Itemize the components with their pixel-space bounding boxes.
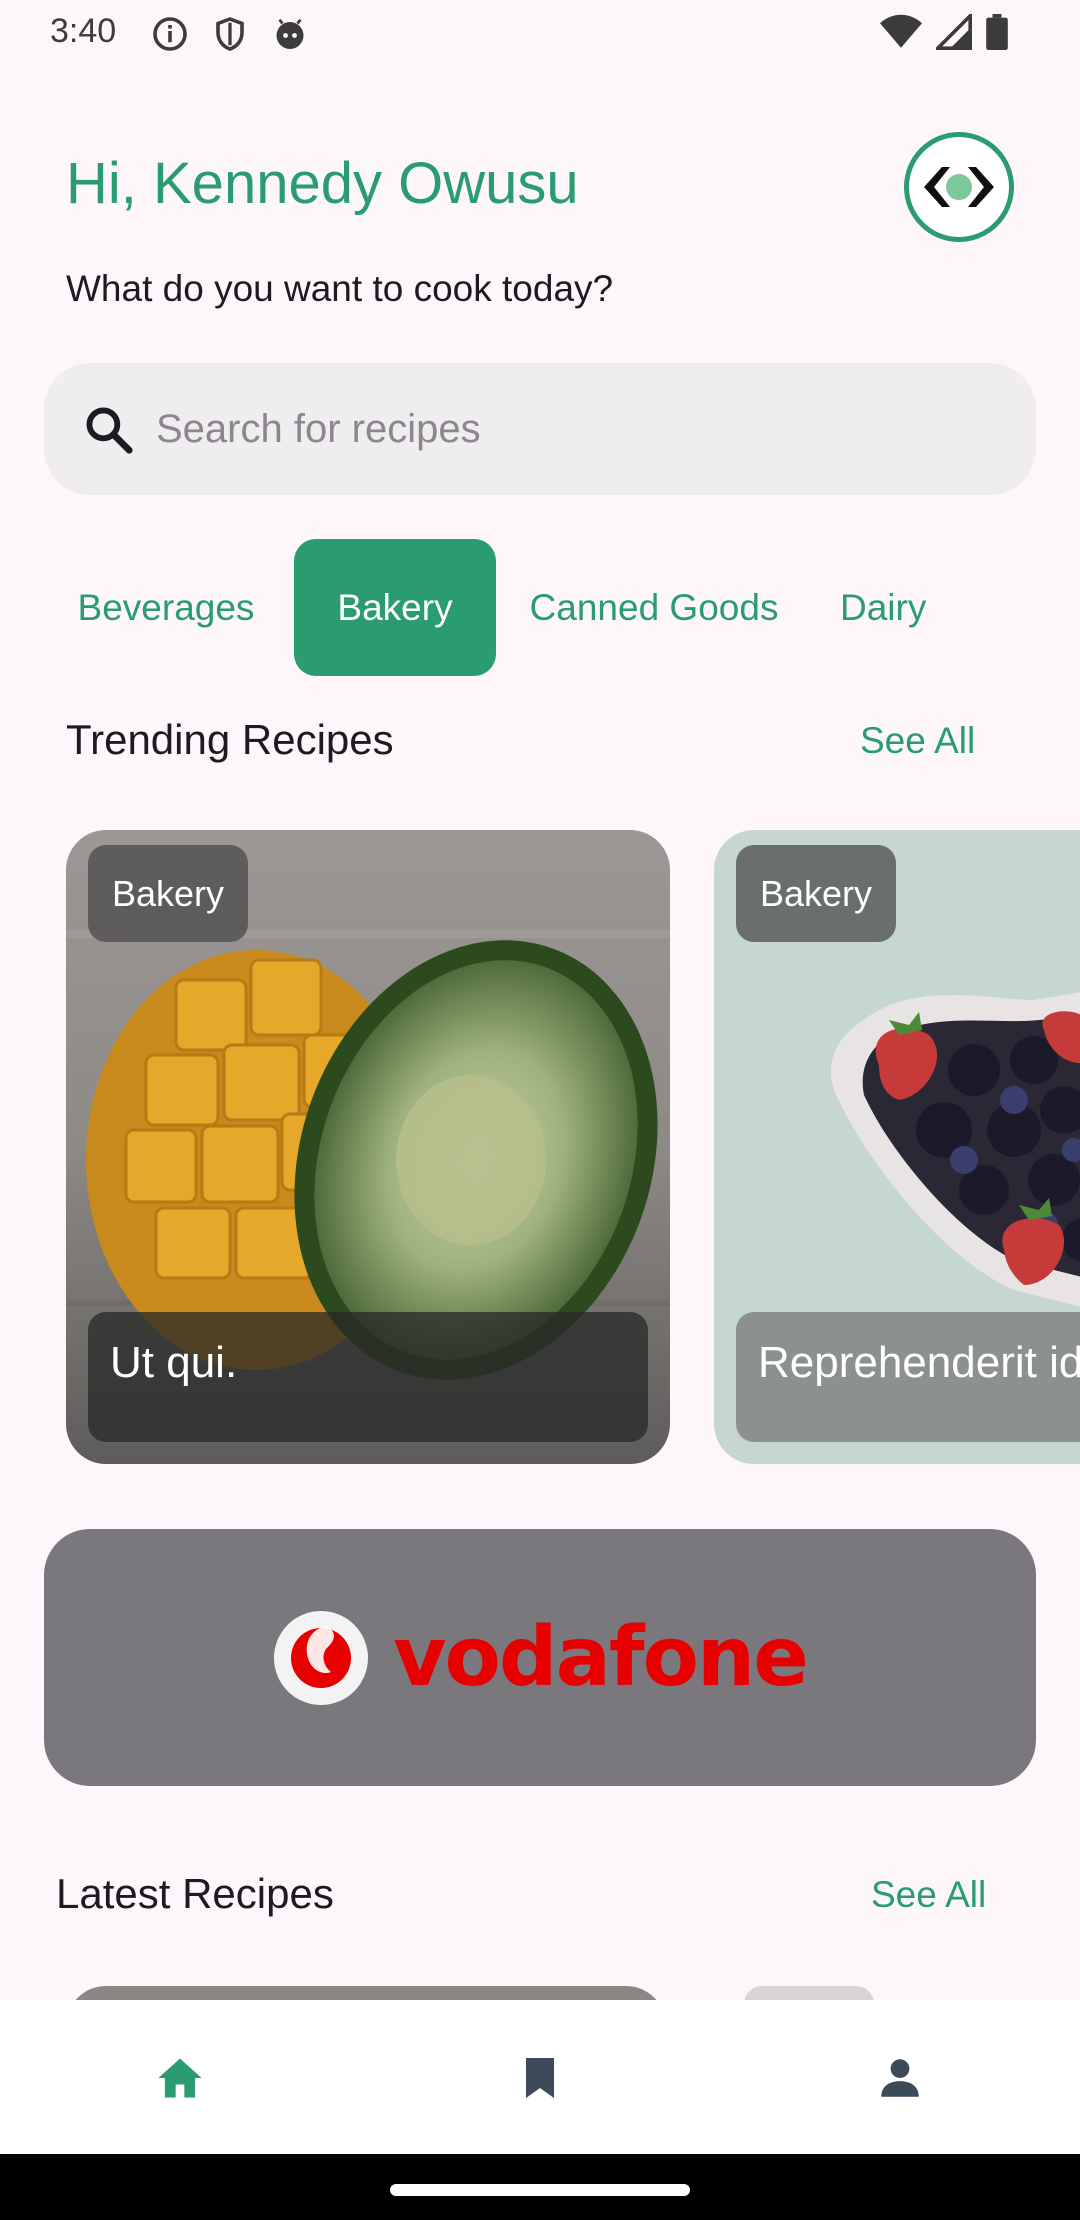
search-bar[interactable] [44,363,1036,495]
android-face-icon [276,18,304,49]
wifi-icon [880,14,922,48]
bookmark-icon [526,2058,554,2098]
trending-card[interactable]: Bakery Ut qui. [66,830,670,1464]
trending-see-all-link[interactable]: See All [860,720,975,762]
home-gesture-handle[interactable] [390,2184,690,2196]
person-icon [881,2059,919,2097]
category-chip-canned-goods[interactable]: Canned Goods [504,539,804,676]
signal-icon [936,14,972,50]
nav-bookmarks[interactable] [500,2038,580,2118]
trending-card[interactable]: Bakery Reprehenderit id [714,830,1080,1464]
card-category-badge: Bakery [736,845,897,942]
status-icons-right [880,14,1008,50]
latest-title: Latest Recipes [56,1870,334,1917]
card-category-badge: Bakery [88,845,249,942]
info-icon [153,17,187,51]
greeting-subtitle: What do you want to cook today? [66,268,614,309]
latest-see-all-link[interactable]: See All [871,1874,986,1916]
trending-title: Trending Recipes [66,716,394,763]
search-icon [86,407,133,454]
status-icons-left [152,16,308,52]
greeting-title: Hi, Kennedy Owusu [66,151,579,216]
card-title: Ut qui. [88,1312,648,1442]
status-time: 3:40 [50,12,117,50]
category-chip-beverages[interactable]: Beverages [66,539,266,676]
search-input[interactable] [156,389,996,469]
nav-home[interactable] [140,2038,220,2118]
vodafone-wordmark: vodafone [393,1610,809,1705]
bottom-navigation [0,2000,1080,2154]
category-chip-dairy[interactable]: Dairy [840,539,980,676]
battery-icon [986,14,1008,50]
shield-icon [216,17,244,51]
home-icon [158,2058,202,2098]
vodafone-logo-icon [274,1610,369,1705]
vodafone-ad-banner[interactable]: vodafone [44,1529,1036,1786]
app-logo-icon [924,167,994,207]
category-tabs: Beverages Bakery Canned Goods Dairy [66,539,1080,676]
avatar[interactable] [904,132,1014,242]
category-chip-bakery[interactable]: Bakery [294,539,496,676]
status-bar: 3:40 [0,0,1080,66]
card-title: Reprehenderit id [736,1312,1080,1442]
nav-profile[interactable] [860,2038,940,2118]
